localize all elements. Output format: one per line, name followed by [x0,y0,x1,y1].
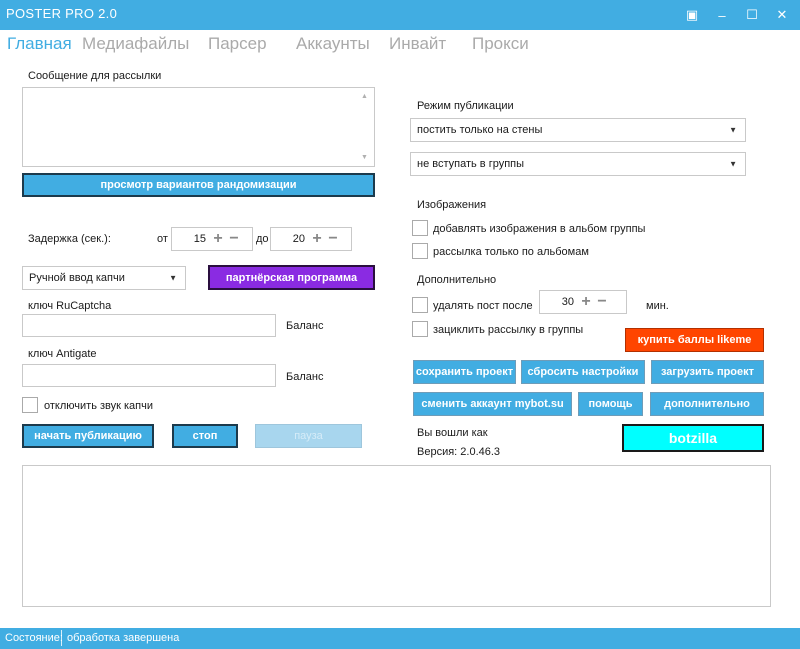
delete-minutes-value[interactable]: 30 [540,296,578,308]
message-label: Сообщение для рассылки [28,70,162,82]
pin-window-icon[interactable]: ▣ [677,0,707,30]
add-images-label: добавлять изображения в альбом группы [433,223,646,235]
stop-button[interactable]: стоп [172,424,238,448]
app-title: POSTER PRO 2.0 [6,6,118,21]
status-divider [61,630,62,646]
balance-label-rucaptcha: Баланс [286,320,324,332]
minus-icon[interactable]: − [325,231,341,247]
tab-main[interactable]: Главная [7,34,72,54]
close-button[interactable]: ✕ [767,0,797,30]
delay-from-stepper[interactable]: 15 + − [171,227,253,251]
publish-mode-label: Режим публикации [417,100,514,112]
antigate-input[interactable] [22,364,276,387]
minimize-button[interactable]: – [707,0,737,30]
delete-minutes-stepper[interactable]: 30 + − [539,290,627,314]
tab-accounts[interactable]: Аккаунты [296,34,370,54]
plus-icon[interactable]: + [578,294,594,310]
help-button[interactable]: помощь [578,392,643,416]
title-bar[interactable]: POSTER PRO 2.0 ▣ – ☐ ✕ [0,0,800,30]
delay-from-value[interactable]: 15 [172,233,210,245]
images-label: Изображения [417,199,487,211]
delay-to-value[interactable]: 20 [271,233,309,245]
delay-label: Задержка (сек.): [28,233,111,245]
balance-label-antigate: Баланс [286,371,324,383]
scroll-down-icon[interactable]: ▼ [361,154,368,161]
captcha-mode-select[interactable]: Ручной ввод капчи ▼ [22,266,186,290]
chevron-down-icon: ▼ [169,273,177,283]
plus-icon[interactable]: + [309,231,325,247]
status-value: обработка завершена [67,632,180,644]
scroll-up-icon[interactable]: ▲ [361,93,368,100]
rucaptcha-label: ключ RuCaptcha [28,300,112,312]
status-bar: Состояние: обработка завершена [0,628,800,649]
tab-media[interactable]: Медиафайлы [82,34,189,54]
join-groups-select[interactable]: не вступать в группы ▼ [410,152,746,176]
tab-proxy[interactable]: Прокси [472,34,529,54]
buy-likeme-points-button[interactable]: купить баллы likeme [625,328,764,352]
delay-to-label: до [256,233,269,245]
albums-only-checkbox[interactable] [412,243,428,259]
logged-in-label: Вы вошли как [417,427,488,439]
status-label: Состояние: [5,632,63,644]
plus-icon[interactable]: + [210,231,226,247]
save-project-button[interactable]: сохранить проект [413,360,516,384]
chevron-down-icon: ▼ [729,125,737,135]
partner-program-button[interactable]: партнёрская программа [208,265,375,290]
botzilla-button[interactable]: botzilla [622,424,764,452]
extra-label: Дополнительно [417,274,497,286]
tab-parser[interactable]: Парсер [208,34,267,54]
join-groups-value: не вступать в группы [417,158,525,170]
chevron-down-icon: ▼ [729,159,737,169]
message-scrollbar[interactable]: ▲ ▼ [357,89,373,165]
delay-from-label: от [157,233,168,245]
captcha-mode-value: Ручной ввод капчи [29,272,125,284]
minus-icon[interactable]: − [226,231,242,247]
additional-button[interactable]: дополнительно [650,392,764,416]
mute-captcha-label: отключить звук капчи [44,400,153,412]
minutes-label: мин. [646,300,669,312]
publish-mode-value: постить только на стены [417,124,543,136]
log-area[interactable] [22,465,771,607]
mute-captcha-checkbox[interactable] [22,397,38,413]
version-label: Версия: 2.0.46.3 [417,446,501,458]
delay-to-stepper[interactable]: 20 + − [270,227,352,251]
change-account-button[interactable]: сменить аккаунт mybot.su [413,392,572,416]
start-publishing-button[interactable]: начать публикацию [22,424,154,448]
rucaptcha-input[interactable] [22,314,276,337]
add-images-checkbox[interactable] [412,220,428,236]
publish-mode-select[interactable]: постить только на стены ▼ [410,118,746,142]
tab-invite[interactable]: Инвайт [389,34,446,54]
loop-mailing-checkbox[interactable] [412,321,428,337]
preview-randomization-button[interactable]: просмотр вариантов рандомизации [22,173,375,197]
load-project-button[interactable]: загрузить проект [651,360,764,384]
antigate-label: ключ Antigate [28,348,97,360]
minus-icon[interactable]: − [594,294,610,310]
pause-button[interactable]: пауза [255,424,362,448]
loop-mailing-label: зациклить рассылку в группы [433,324,584,336]
maximize-button[interactable]: ☐ [737,0,767,30]
reset-settings-button[interactable]: сбросить настройки [521,360,645,384]
message-textarea[interactable]: ▲ ▼ [22,87,375,167]
delete-post-label: удалять пост после [433,300,533,312]
delete-post-checkbox[interactable] [412,297,428,313]
albums-only-label: рассылка только по альбомам [433,246,589,258]
